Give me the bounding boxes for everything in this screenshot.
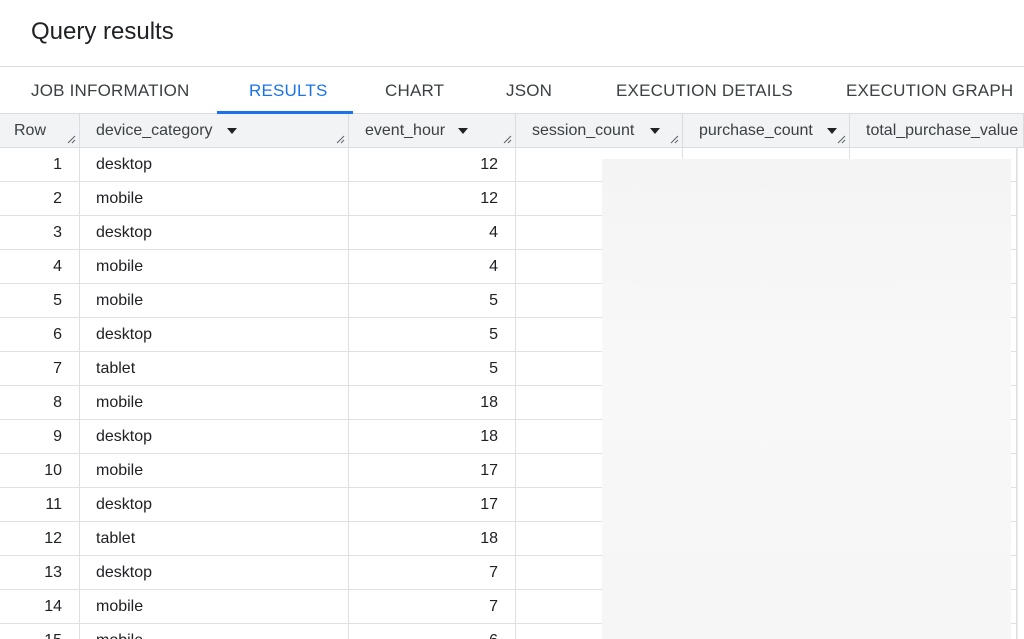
- event-hour-cell[interactable]: 6: [349, 624, 516, 639]
- event-hour-cell[interactable]: 18: [349, 522, 516, 556]
- tab-execution-details[interactable]: EXECUTION DETAILS: [616, 67, 793, 114]
- row-number-cell: 10: [0, 454, 80, 488]
- row-number-cell: 2: [0, 182, 80, 216]
- column-header-label: Row: [14, 122, 47, 139]
- column-header-label: session_count: [532, 122, 635, 139]
- resize-handle-icon[interactable]: [502, 134, 512, 144]
- device-category-cell[interactable]: mobile: [80, 182, 349, 216]
- row-number-cell: 12: [0, 522, 80, 556]
- column-header-row[interactable]: Row: [0, 114, 80, 148]
- row-number-cell: 9: [0, 420, 80, 454]
- sort-dropdown-icon[interactable]: [227, 128, 237, 134]
- row-number-cell: 1: [0, 148, 80, 182]
- column-header-session-count[interactable]: session_count: [516, 114, 683, 148]
- results-tab-bar: JOB INFORMATION RESULTS CHART JSON EXECU…: [0, 66, 1024, 114]
- redacted-region: [602, 159, 1011, 639]
- device-category-cell[interactable]: desktop: [80, 318, 349, 352]
- column-header-device-category[interactable]: device_category: [80, 114, 349, 148]
- row-number-cell: 15: [0, 624, 80, 639]
- tab-job-information[interactable]: JOB INFORMATION: [31, 67, 190, 114]
- device-category-cell[interactable]: mobile: [80, 386, 349, 420]
- tab-json[interactable]: JSON: [506, 67, 552, 114]
- resize-handle-icon[interactable]: [66, 134, 76, 144]
- tab-execution-graph[interactable]: EXECUTION GRAPH: [846, 67, 1013, 114]
- resize-handle-icon[interactable]: [669, 134, 679, 144]
- device-category-cell[interactable]: desktop: [80, 420, 349, 454]
- vertical-scrollbar[interactable]: [1017, 148, 1024, 639]
- event-hour-cell[interactable]: 7: [349, 590, 516, 624]
- event-hour-cell[interactable]: 18: [349, 386, 516, 420]
- event-hour-cell[interactable]: 7: [349, 556, 516, 590]
- event-hour-cell[interactable]: 17: [349, 488, 516, 522]
- column-header-label: purchase_count: [699, 122, 813, 139]
- row-number-cell: 8: [0, 386, 80, 420]
- row-number-cell: 14: [0, 590, 80, 624]
- device-category-cell[interactable]: mobile: [80, 590, 349, 624]
- column-header-purchase-count[interactable]: purchase_count: [683, 114, 850, 148]
- column-header-label: total_purchase_value: [866, 122, 1019, 139]
- resize-handle-icon[interactable]: [836, 134, 846, 144]
- row-number-cell: 3: [0, 216, 80, 250]
- event-hour-cell[interactable]: 5: [349, 318, 516, 352]
- column-header-label: event_hour: [365, 122, 446, 139]
- event-hour-cell[interactable]: 5: [349, 284, 516, 318]
- row-number-cell: 13: [0, 556, 80, 590]
- event-hour-cell[interactable]: 5: [349, 352, 516, 386]
- device-category-cell[interactable]: mobile: [80, 624, 349, 639]
- row-number-cell: 6: [0, 318, 80, 352]
- resize-handle-icon[interactable]: [335, 134, 345, 144]
- device-category-cell[interactable]: desktop: [80, 216, 349, 250]
- device-category-cell[interactable]: mobile: [80, 250, 349, 284]
- row-number-cell: 4: [0, 250, 80, 284]
- device-category-cell[interactable]: desktop: [80, 556, 349, 590]
- sort-dropdown-icon[interactable]: [458, 128, 468, 134]
- column-header-event-hour[interactable]: event_hour: [349, 114, 516, 148]
- tab-chart[interactable]: CHART: [385, 67, 444, 114]
- query-results-panel: Query results JOB INFORMATION RESULTS CH…: [0, 0, 1024, 639]
- device-category-cell[interactable]: desktop: [80, 148, 349, 182]
- event-hour-cell[interactable]: 18: [349, 420, 516, 454]
- column-header-label: device_category: [96, 122, 213, 139]
- row-number-cell: 11: [0, 488, 80, 522]
- device-category-cell[interactable]: tablet: [80, 522, 349, 556]
- event-hour-cell[interactable]: 4: [349, 216, 516, 250]
- device-category-cell[interactable]: mobile: [80, 454, 349, 488]
- tab-results[interactable]: RESULTS: [249, 67, 328, 114]
- device-category-cell[interactable]: mobile: [80, 284, 349, 318]
- sort-dropdown-icon[interactable]: [650, 128, 660, 134]
- event-hour-cell[interactable]: 12: [349, 148, 516, 182]
- row-number-cell: 7: [0, 352, 80, 386]
- column-header-total-purchase-value[interactable]: total_purchase_value: [850, 114, 1024, 148]
- row-number-cell: 5: [0, 284, 80, 318]
- device-category-cell[interactable]: tablet: [80, 352, 349, 386]
- event-hour-cell[interactable]: 4: [349, 250, 516, 284]
- device-category-cell[interactable]: desktop: [80, 488, 349, 522]
- event-hour-cell[interactable]: 17: [349, 454, 516, 488]
- page-title: Query results: [31, 18, 174, 45]
- event-hour-cell[interactable]: 12: [349, 182, 516, 216]
